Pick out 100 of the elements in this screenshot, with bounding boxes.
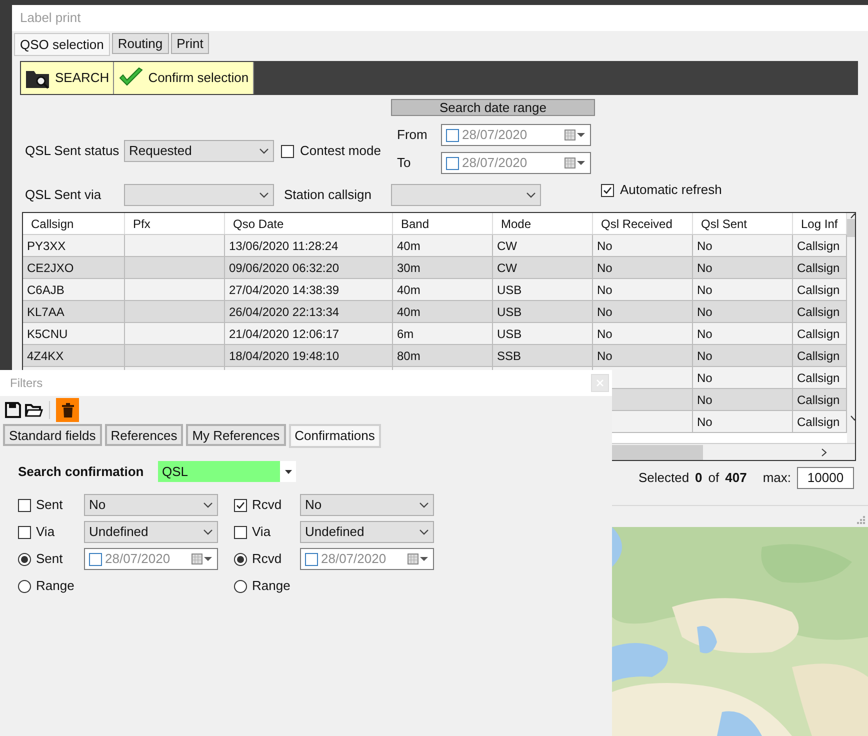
tab[interactable]: References: [104, 424, 184, 446]
field-label: Search confirmation: [18, 462, 145, 481]
tab[interactable]: My References: [186, 424, 286, 446]
resize-grip-icon[interactable]: [856, 515, 866, 525]
table-cell-text: No: [697, 414, 712, 430]
delete-button[interactable]: [56, 398, 79, 422]
table-cell-text: 26/04/2020 22:13:34: [229, 304, 340, 320]
column-header[interactable]: Callsign: [23, 213, 125, 234]
table-cell-text: 09/06/2020 06:32:20: [229, 260, 340, 276]
table-cell-text: No: [697, 326, 712, 342]
table-cell-text: USB: [497, 282, 522, 298]
table-cell-text: 18/04/2020 19:48:10: [229, 348, 340, 364]
tab[interactable]: Print: [170, 33, 210, 54]
calendar-icon: [191, 553, 213, 565]
filter-dropdown[interactable]: No: [84, 494, 218, 516]
radio-button[interactable]: [18, 580, 31, 592]
table-cell-text: Callsign: [797, 282, 840, 298]
chevron-down-icon: [526, 192, 536, 198]
filter-dropdown[interactable]: Undefined: [300, 521, 434, 543]
table-cell-text: CW: [497, 260, 517, 276]
window-title: Label print: [20, 9, 81, 28]
table-cell-text: No: [597, 282, 612, 298]
table-cell-text: No: [697, 370, 712, 386]
radio-button[interactable]: [234, 552, 247, 566]
table-cell-text: 6m: [397, 326, 414, 342]
search-button[interactable]: SEARCH: [21, 62, 114, 94]
chevron-down-icon: [419, 529, 429, 535]
field-label: Station callsign: [284, 186, 372, 204]
table-cell-text: PY3XX: [27, 238, 66, 254]
section-header: Search date range: [391, 99, 595, 116]
caret-icon: [284, 470, 292, 474]
radio-button[interactable]: [18, 552, 31, 566]
status-text: of: [708, 469, 720, 488]
radio-label: Rcvd: [252, 550, 283, 568]
table-cell-text: USB: [497, 326, 522, 342]
field-label: QSL Sent via: [25, 186, 102, 204]
chevron-down-icon: [259, 192, 269, 198]
radio-label: Sent: [36, 550, 64, 568]
field-label: QSL Sent status: [25, 142, 120, 160]
scroll-right-icon[interactable]: [821, 448, 827, 456]
table-row[interactable]: PY3XX 13/06/2020 11:28:24 40m CW No No Callsign: [23, 235, 847, 257]
table-cell-text: Callsign: [797, 238, 840, 254]
table-cell-text: No: [697, 348, 712, 364]
status-dropdown[interactable]: Requested: [124, 140, 274, 162]
column-header[interactable]: Pfx: [125, 213, 225, 234]
table-row[interactable]: K5CNU 21/04/2020 12:06:17 6m USB No No Callsign: [23, 323, 847, 345]
filter-dropdown[interactable]: Undefined: [84, 521, 218, 543]
table-cell-text: No: [597, 348, 612, 364]
table-cell-text: 4Z4KX: [27, 348, 64, 364]
table-cell-text: USB: [497, 304, 522, 320]
table-cell-text: No: [697, 304, 712, 320]
tab[interactable]: Routing: [112, 33, 169, 54]
max-field[interactable]: 10000: [797, 467, 854, 489]
table-cell-text: No: [597, 260, 612, 276]
calendar-icon: [407, 553, 429, 565]
table-cell-text: CW: [497, 238, 517, 254]
filter-dropdown[interactable]: No: [300, 494, 434, 516]
table-cell-text: No: [597, 304, 612, 320]
chevron-down-icon: [419, 502, 429, 508]
column-header[interactable]: Qso Date: [225, 213, 393, 234]
table-row[interactable]: 4Z4KX 18/04/2020 19:48:10 80m SSB No No Callsign: [23, 345, 847, 367]
folder-icon[interactable]: [25, 403, 43, 417]
tab[interactable]: Confirmations: [288, 424, 381, 448]
field-label: max:: [762, 469, 791, 488]
table-cell-text: No: [697, 282, 712, 298]
table-cell-text: 13/06/2020 11:28:24: [229, 238, 338, 254]
table-cell-text: Callsign: [797, 414, 840, 430]
table-cell-text: No: [597, 326, 612, 342]
confirm-button[interactable]: Confirm selection: [114, 62, 254, 94]
field-label: To: [396, 154, 412, 172]
radio-button[interactable]: [234, 580, 247, 592]
checkbox[interactable]: [234, 498, 247, 512]
table-row[interactable]: KL7AA 26/04/2020 22:13:34 40m USB No No Callsign: [23, 301, 847, 323]
table-cell-text: Callsign: [797, 348, 840, 364]
column-header[interactable]: Band: [393, 213, 493, 234]
checkbox-label: Automatic refresh: [620, 181, 722, 200]
checkbox[interactable]: [281, 144, 294, 158]
table-cell-text: 40m: [397, 304, 420, 320]
status-text: Selected: [638, 469, 690, 488]
table-cell-text: No: [597, 238, 612, 254]
tab[interactable]: QSO selection: [14, 33, 110, 56]
checkbox[interactable]: [18, 526, 31, 538]
checkbox[interactable]: [601, 184, 614, 196]
column-header[interactable]: Qsl Received: [593, 213, 693, 234]
checkbox[interactable]: [18, 498, 31, 512]
chevron-down-icon: [203, 502, 213, 508]
column-header[interactable]: Qsl Sent: [693, 213, 793, 234]
checkbox[interactable]: [234, 526, 247, 538]
checkbox-label: Contest mode: [300, 142, 381, 160]
checkbox-label: Rcvd: [252, 496, 283, 514]
table-cell-text: 40m: [397, 238, 420, 254]
table-row[interactable]: C6AJB 27/04/2020 14:38:39 40m USB No No Callsign: [23, 279, 847, 301]
table-row[interactable]: CE2JXO 09/06/2020 06:32:20 30m CW No No Callsign: [23, 257, 847, 279]
table-cell-text: No: [697, 260, 712, 276]
table-cell-text: Callsign: [797, 326, 840, 342]
save-icon[interactable]: [5, 402, 21, 418]
calendar-icon: [564, 157, 586, 169]
tab[interactable]: Standard fields: [3, 424, 102, 446]
column-header[interactable]: Mode: [493, 213, 593, 234]
table-cell-text: KL7AA: [27, 304, 64, 320]
